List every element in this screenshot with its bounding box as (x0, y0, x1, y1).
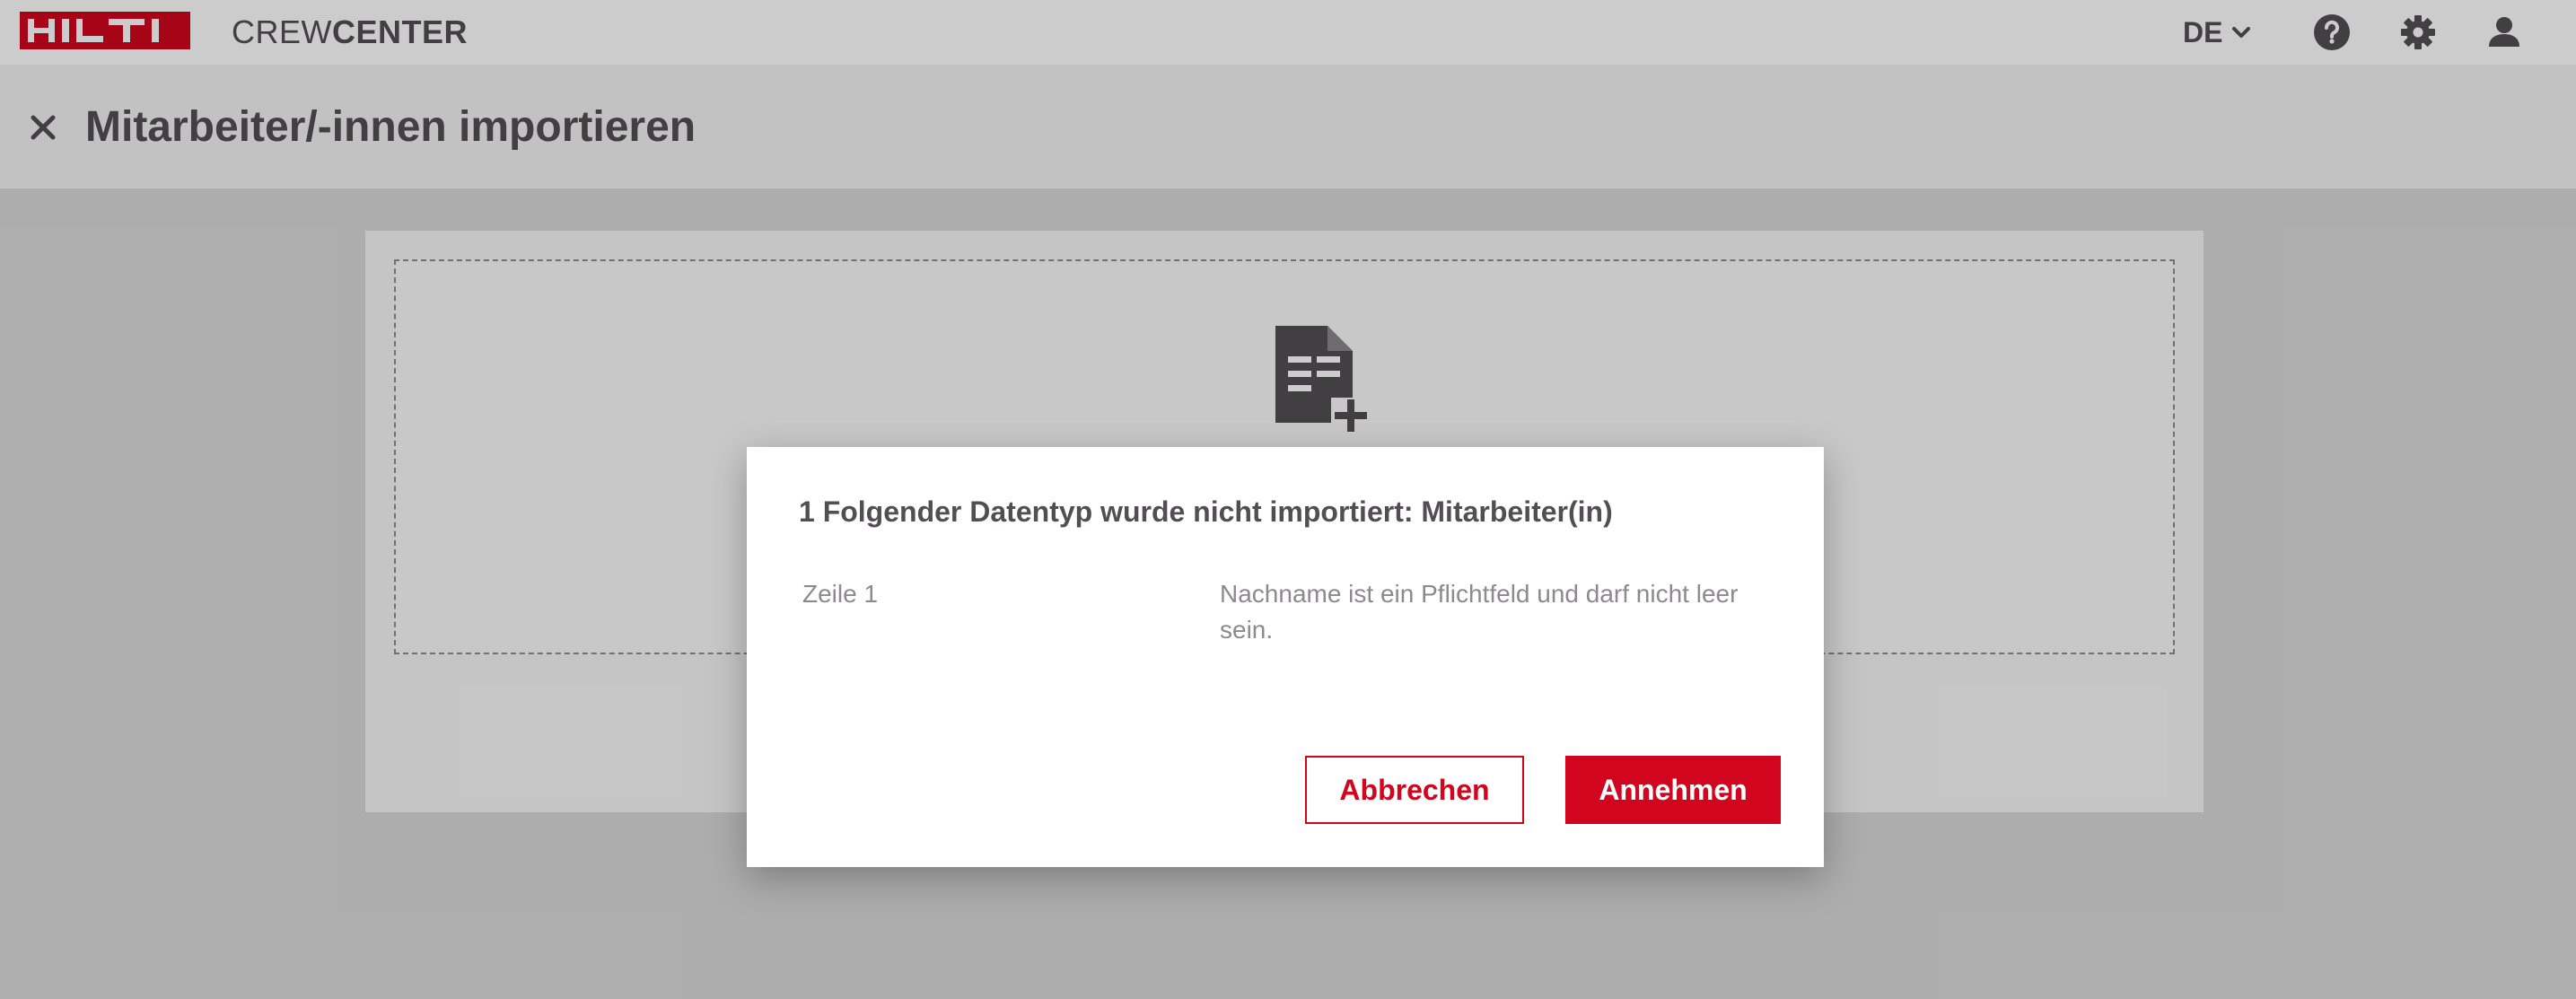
accept-button[interactable]: Annehmen (1565, 756, 1781, 824)
dialog-title: 1 Folgender Datentyp wurde nicht importi… (799, 495, 1613, 528)
error-row-label: Zeile 1 (802, 580, 879, 608)
cancel-button[interactable]: Abbrechen (1305, 756, 1524, 824)
import-error-dialog: 1 Folgender Datentyp wurde nicht importi… (747, 447, 1824, 867)
error-row-message: Nachname ist ein Pflichtfeld und darf ni… (1220, 580, 1739, 644)
